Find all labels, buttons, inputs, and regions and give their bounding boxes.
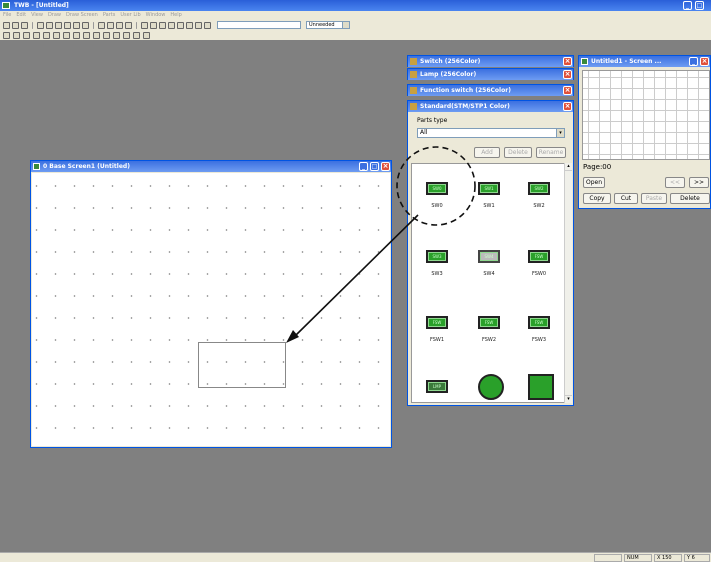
status-y: Y 6 [684, 554, 710, 562]
status-num: NUM [624, 554, 652, 562]
app-window: TWB - [Untitled] _ □ File Edit View Draw… [0, 0, 711, 562]
drag-arrow-line [295, 214, 419, 336]
status-empty [594, 554, 622, 562]
drag-arrow-head-icon [286, 330, 299, 343]
tutorial-annotation [286, 146, 476, 343]
status-bar: NUM X 150 Y 6 [0, 552, 711, 562]
highlight-circle [396, 146, 476, 226]
status-x: X 150 [654, 554, 682, 562]
